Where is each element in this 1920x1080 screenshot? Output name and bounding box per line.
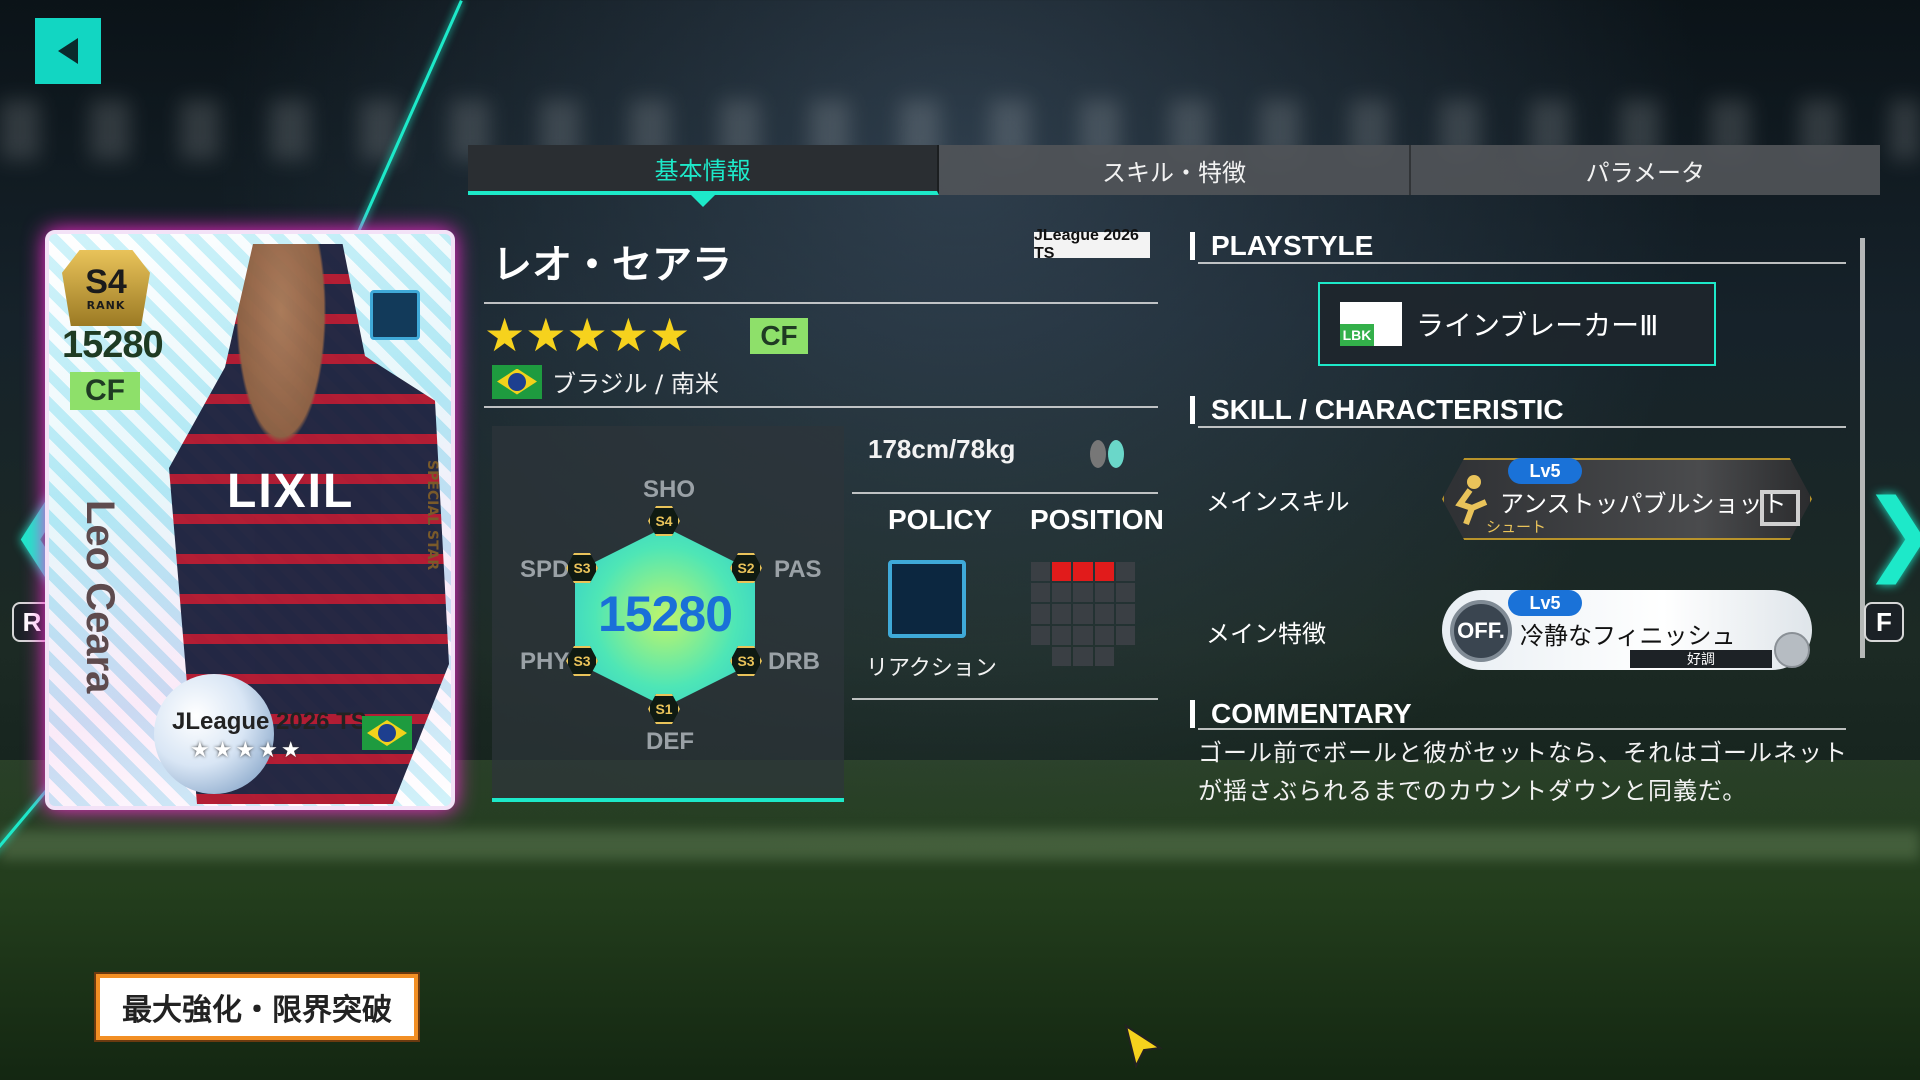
runner-icon: LBK [1340,302,1402,346]
commentary-text: ゴール前でボールと彼がセットなら、それはゴールネットが揺さぶられるまでのカウント… [1198,739,1848,805]
rarity-stars: ★★★★★ [484,308,691,362]
playstyle-name: ラインブレーカーⅢ [1416,309,1659,342]
policy-heading: POLICY [888,504,993,535]
card-rank-label: RANK [86,298,126,312]
goal-icon [1760,490,1800,526]
position-map [1031,562,1135,666]
max-upgrade-button[interactable]: 最大強化・限界突破 [94,972,420,1042]
main-skill-label: メインスキル [1206,488,1350,516]
main-trait-label: メイン特徴 [1206,620,1326,648]
card-position: CF [70,372,140,410]
stat-spd-label: SPD [520,556,570,583]
divider [1198,262,1846,264]
stat-drb-label: DRB [768,648,820,675]
brazil-flag-icon [492,364,542,399]
nationality-label: ブラジル / 南米 [552,370,719,398]
cursor-icon [1124,1024,1163,1068]
position-badge: CF [750,318,808,354]
stat-pas-label: PAS [774,556,822,583]
main-trait-level: Lv5 [1508,590,1582,616]
tab-bar: 基本情報 スキル・特徴 パラメータ [468,145,1880,207]
main-skill-level: Lv5 [1508,458,1582,484]
commentary-heading: COMMENTARY [1190,700,1412,728]
divider [852,492,1158,494]
policy-icon [888,560,966,638]
card-player-name: Leo Ceara [78,500,122,694]
foot-icon [1090,440,1124,468]
card-series: JLeague 2026 TS [172,708,367,735]
divider [852,698,1158,700]
main-skill-type: シュート [1486,518,1547,536]
card-rank: S4 [85,262,127,301]
card-policy-icon [370,290,420,340]
card-special-label: SPECIAL STAR [424,460,440,571]
playstyle-heading: PLAYSTYLE [1190,232,1373,260]
stat-panel-accent [492,798,844,802]
position-heading: POSITION [1030,504,1164,535]
divider [484,302,1158,304]
tab-parameters[interactable]: パラメータ [1411,145,1880,195]
divider [1198,426,1846,428]
tab-basic-info[interactable]: 基本情報 [468,145,940,207]
next-key-hint: F [1864,602,1904,642]
playstyle-abbr: LBK [1340,324,1374,346]
next-player-arrow-icon[interactable]: ❯ [1862,480,1920,585]
main-trait-name: 冷静なフィニッシュ [1520,622,1736,650]
card-power: 15280 [62,324,164,366]
card-flag-icon [362,716,412,754]
divider [484,406,1158,408]
card-rank-badge: S4 RANK [62,250,150,326]
stat-def-label: DEF [646,728,694,755]
pitch-stripe [0,830,1920,860]
series-badge: JLeague 2026 TS [1034,227,1150,262]
back-button[interactable] [35,18,101,84]
height-weight: 178cm/78kg [868,434,1016,464]
mood-status: 好調 [1630,650,1772,668]
stat-phy-label: PHY [520,648,570,675]
playstyle-card[interactable]: LBK ラインブレーカーⅢ [1318,282,1716,366]
card-sponsor-logo: LIXIL [227,465,355,518]
smile-icon [1774,632,1810,668]
back-arrow-icon [58,38,78,64]
divider [1198,728,1846,730]
main-skill-name: アンストッパブルショット [1500,490,1787,518]
nationality: ブラジル / 南米 [492,364,719,399]
total-power: 15280 [597,586,733,642]
scrollbar[interactable] [1860,238,1865,658]
tab-skills[interactable]: スキル・特徴 [939,145,1411,195]
off-icon: OFF. [1450,600,1512,662]
card-stars: ★★★★★ [190,738,304,763]
skill-heading: SKILL / CHARACTERISTIC [1190,396,1564,424]
policy-label: リアクション [866,656,997,681]
stat-sho-label: SHO [643,476,696,503]
player-name: レオ・セアラ [492,242,732,288]
